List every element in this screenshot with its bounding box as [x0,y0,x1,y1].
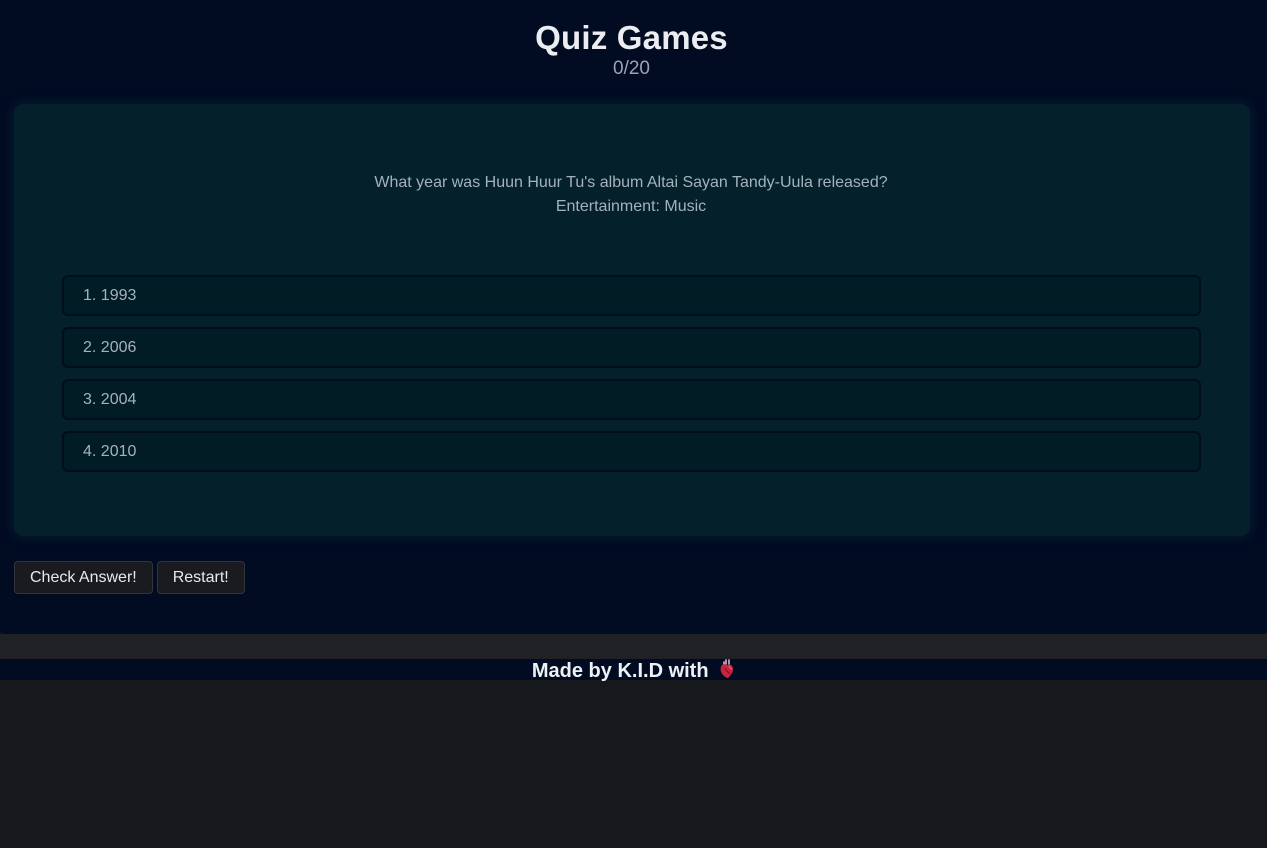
answer-option-4[interactable]: 4. 2010 [62,431,1201,472]
question-block: What year was Huun Huur Tu's album Altai… [14,171,1248,219]
score-counter: 0/20 [613,58,650,79]
question-text: What year was Huun Huur Tu's album Altai… [374,174,888,191]
check-answer-button[interactable]: Check Answer! [14,561,153,594]
anatomical-heart-icon [719,659,735,684]
footer: Made by K.I.D with [0,659,1267,682]
answer-option-1[interactable]: 1. 1993 [62,275,1201,316]
question-card: What year was Huun Huur Tu's album Altai… [14,104,1250,536]
question-category: Entertainment: Music [555,198,707,215]
page-title: Quiz Games [535,19,728,56]
footer-divider [0,634,1267,659]
answer-options: 1. 1993 2. 2006 3. 2004 4. 2010 [62,275,1201,483]
quiz-app: Quiz Games 0/20 What year was Huun Huur … [0,0,1267,634]
answer-option-3[interactable]: 3. 2004 [62,379,1201,420]
action-buttons: Check Answer! Restart! [14,561,245,594]
answer-option-2[interactable]: 2. 2006 [62,327,1201,368]
restart-button[interactable]: Restart! [156,561,245,594]
footer-text: Made by K.I.D with [531,660,709,682]
